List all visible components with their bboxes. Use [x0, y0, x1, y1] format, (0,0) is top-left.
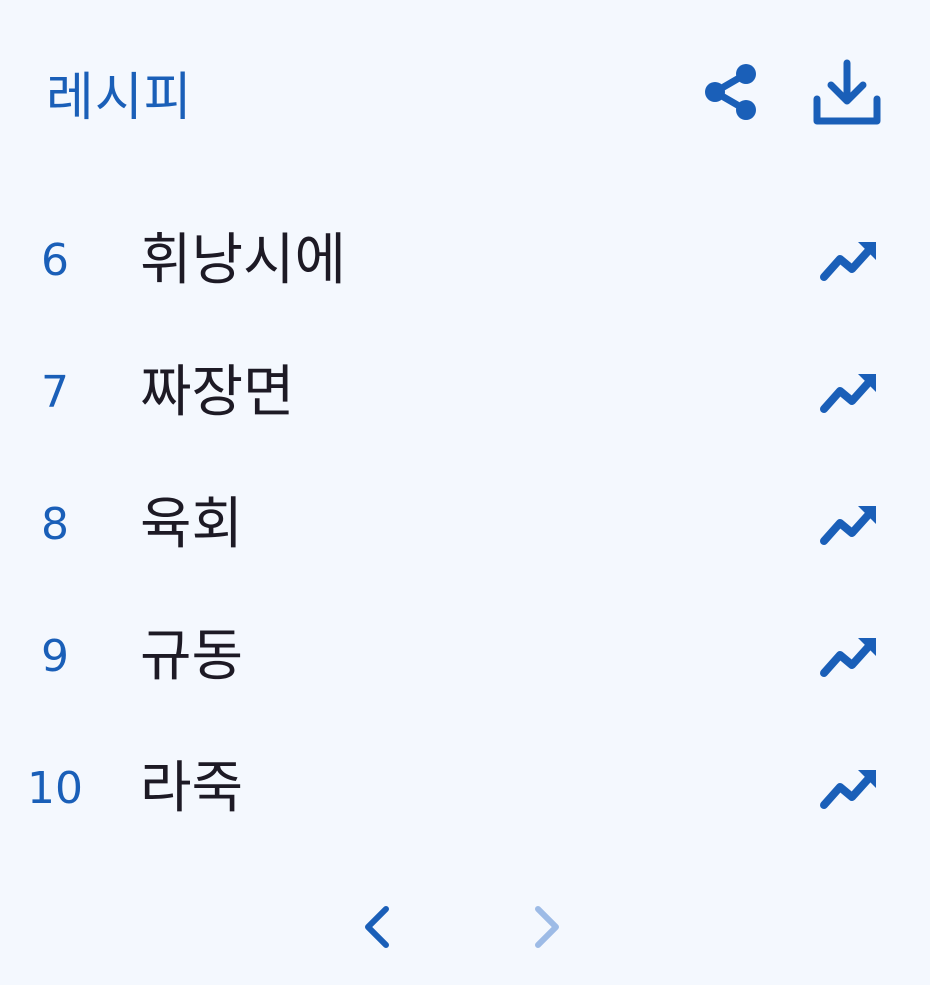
rank-number: 10	[27, 763, 83, 814]
ranking-item[interactable]: 6 휘낭시에	[0, 195, 930, 327]
share-button[interactable]	[686, 52, 776, 132]
recipe-name: 육회	[140, 492, 244, 557]
chevron-right-icon	[535, 906, 559, 948]
ranking-list: 6 휘낭시에 7 짜장면 8 육회 9 규동 10 라죽	[0, 195, 930, 855]
app-header: 레시피	[0, 0, 930, 190]
trending-up-icon	[820, 242, 876, 281]
ranking-item[interactable]: 8 육회	[0, 459, 930, 591]
rank-number: 7	[41, 367, 69, 418]
recipe-name: 라죽	[140, 756, 244, 821]
chevron-left-icon	[365, 906, 389, 948]
rank-number: 8	[41, 499, 69, 550]
rank-number: 6	[41, 235, 69, 286]
page-title: 레시피	[46, 68, 193, 128]
recipe-name: 짜장면	[140, 360, 295, 425]
trending-up-icon	[820, 638, 876, 677]
trending-up-icon	[820, 770, 876, 809]
ranking-item[interactable]: 10 라죽	[0, 723, 930, 855]
recipe-name: 규동	[140, 624, 244, 689]
download-button[interactable]	[802, 52, 892, 132]
trending-up-icon	[820, 374, 876, 413]
previous-page-button[interactable]	[348, 892, 408, 962]
ranking-item[interactable]: 7 짜장면	[0, 327, 930, 459]
share-icon	[705, 64, 756, 120]
recipe-name: 휘낭시에	[140, 228, 347, 293]
trending-up-icon	[820, 506, 876, 545]
download-icon	[813, 59, 881, 125]
next-page-button[interactable]	[516, 892, 576, 962]
rank-number: 9	[41, 631, 69, 682]
ranking-item[interactable]: 9 규동	[0, 591, 930, 723]
pagination	[0, 880, 930, 980]
